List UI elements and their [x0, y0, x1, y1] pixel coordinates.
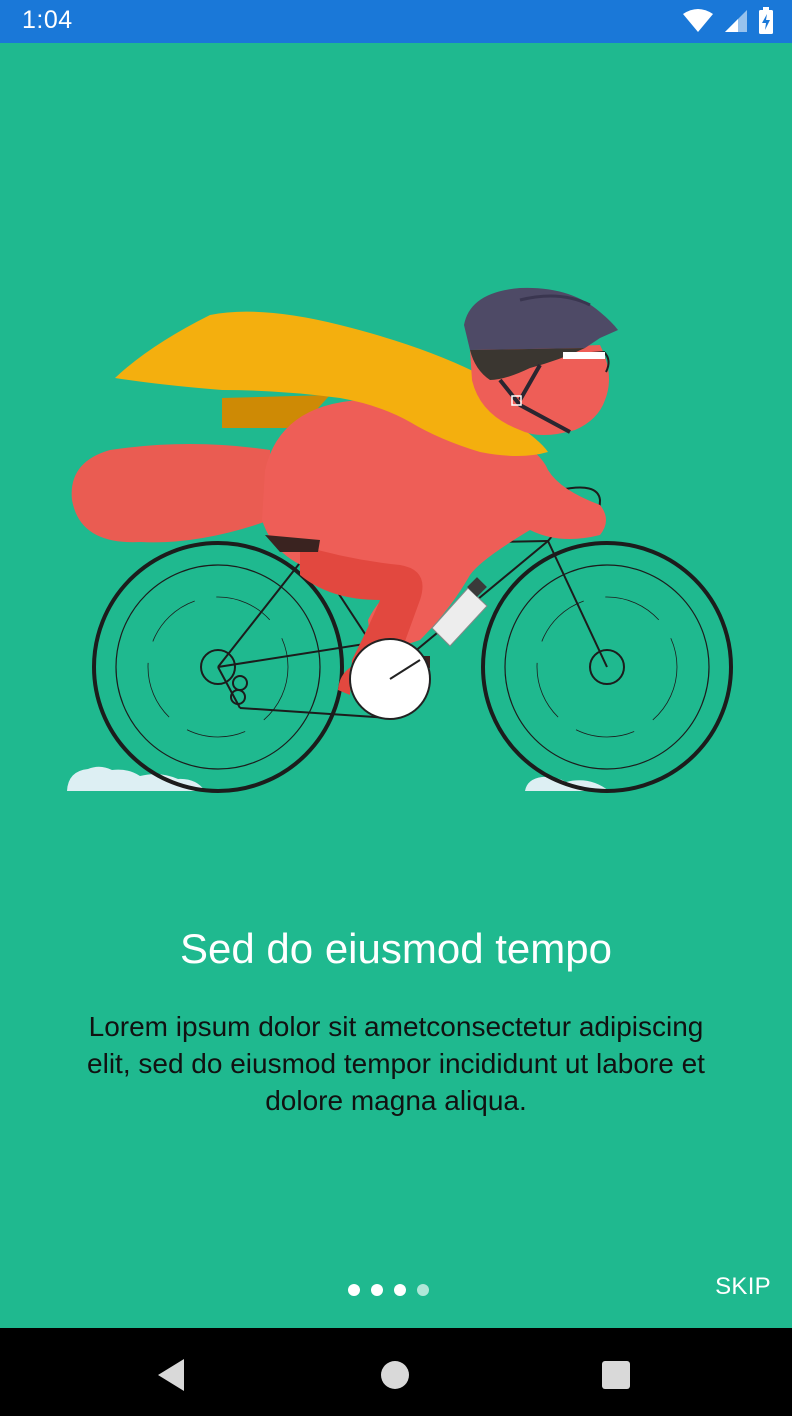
- body: [262, 399, 606, 650]
- onboarding-description: Lorem ipsum dolor sit ametconsectetur ad…: [87, 1011, 705, 1116]
- recents-icon[interactable]: [601, 1358, 631, 1397]
- status-bar: 1:04: [0, 0, 792, 43]
- status-time: 1:04: [22, 6, 73, 34]
- onboarding-illustration: [0, 280, 792, 800]
- cell-signal-icon: [724, 9, 748, 33]
- status-icons: [682, 6, 774, 36]
- page-dot-1[interactable]: [348, 1284, 360, 1296]
- wifi-icon: [682, 9, 714, 33]
- home-icon[interactable]: [380, 1358, 410, 1397]
- page-indicator: [348, 1284, 429, 1296]
- system-nav-bar: [0, 1328, 792, 1416]
- battery-icon: [758, 7, 774, 35]
- skip-button[interactable]: SKIP: [715, 1273, 771, 1301]
- tail: [71, 444, 270, 543]
- back-icon[interactable]: [156, 1358, 186, 1397]
- page-dot-3[interactable]: [394, 1284, 406, 1296]
- page-dot-2[interactable]: [371, 1284, 383, 1296]
- onboarding-title: Sed do eiusmod tempo: [180, 925, 612, 972]
- page-dot-4[interactable]: [417, 1284, 429, 1296]
